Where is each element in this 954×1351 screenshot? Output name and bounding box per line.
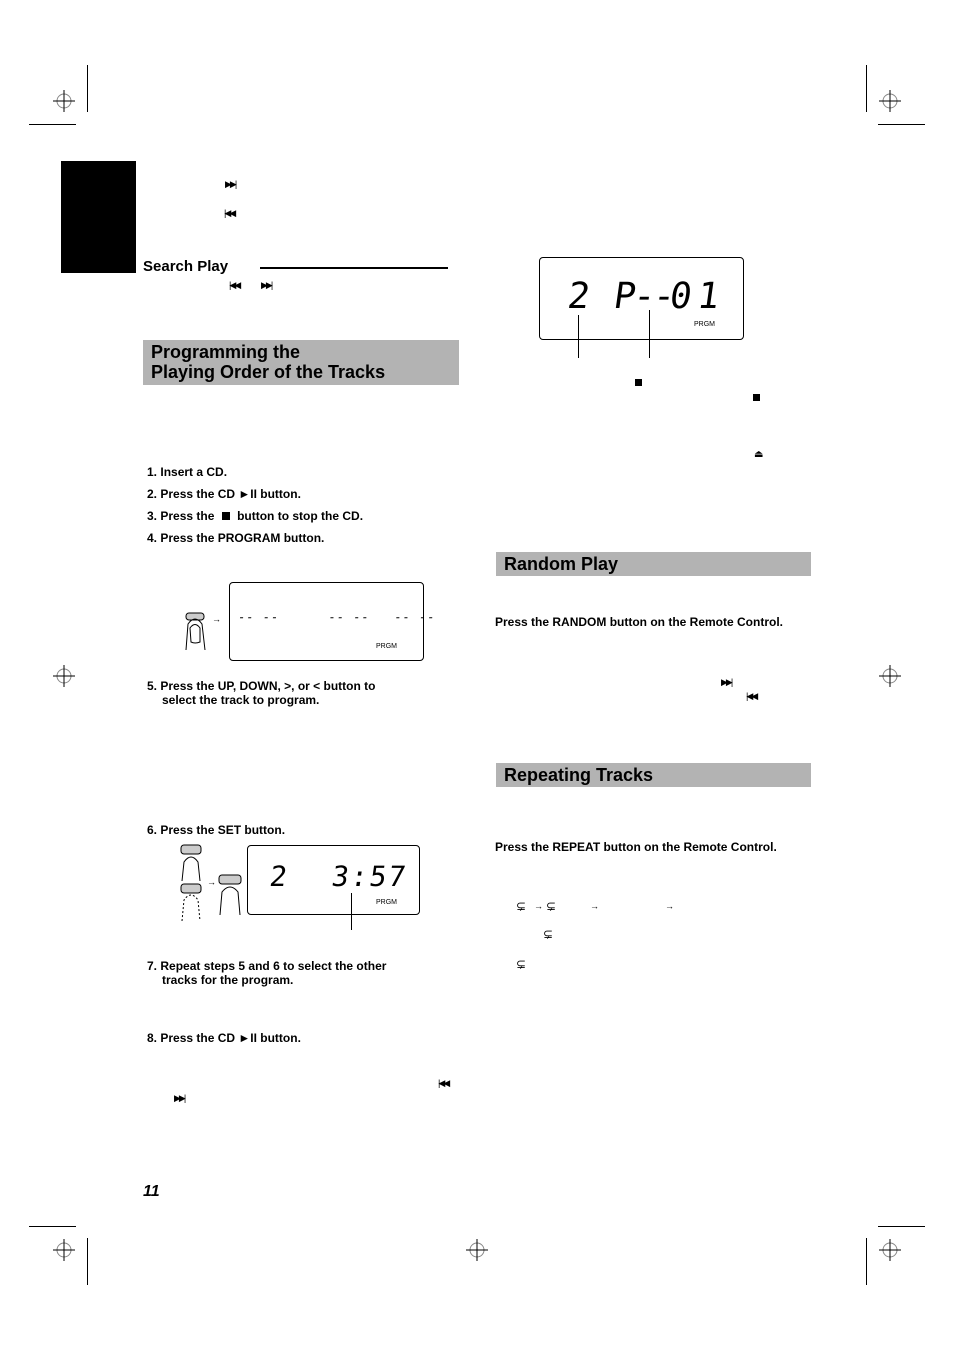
repeat-one-icon: ⊊ (516, 957, 527, 971)
lcd-display-program-number: 2 P-- 01 PRGM (539, 257, 744, 340)
step-text: Press the (160, 509, 215, 523)
crop-mark (866, 65, 867, 112)
crop-mark (29, 124, 76, 125)
lcd-display-empty-program: -- -- -- -- -- -- PRGM (229, 582, 436, 661)
crop-mark (878, 1226, 925, 1227)
display-time: 3:57 (329, 860, 410, 893)
step-number: 5. (147, 679, 158, 693)
step-number: 6. (147, 823, 158, 837)
step-text: Press the PROGRAM button. (160, 531, 325, 545)
step-3: 3. Press the button to stop the CD. (147, 509, 363, 523)
registration-mark-icon (53, 665, 75, 687)
heading-rule (260, 267, 448, 269)
crop-mark (866, 1238, 867, 1285)
arrow-right-icon: → (207, 877, 216, 887)
arrow-right-icon: → (212, 614, 221, 624)
step-5: 5. Press the UP, DOWN, >, or < button to… (147, 679, 376, 707)
step-text: select the track to program. (162, 693, 320, 707)
step-text: button to stop the CD. (237, 509, 364, 523)
display-program-number: 01 (667, 276, 729, 317)
random-play-heading: Random Play (496, 552, 811, 576)
step-number: 2. (147, 487, 158, 501)
page-number: 11 (143, 1183, 160, 1200)
step-8: 8. Press the CD ►II button. (147, 1031, 301, 1045)
lcd-display-track-time: 2 3:57 PRGM (247, 845, 420, 915)
prgm-indicator: PRGM (694, 321, 715, 328)
repeating-tracks-heading: Repeating Tracks (496, 763, 811, 787)
step-7: 7. Repeat steps 5 and 6 to select the ot… (147, 959, 386, 987)
display-program-label: P-- (611, 276, 676, 317)
step-text: Press the CD ►II button. (160, 487, 301, 501)
random-play-instruction: Press the RANDOM button on the Remote Co… (495, 615, 783, 629)
stop-icon (753, 394, 760, 401)
programming-section-heading: Programming the Playing Order of the Tra… (143, 340, 459, 385)
heading-line: Playing Order of the Tracks (151, 362, 386, 382)
heading-line: Programming the (151, 342, 301, 362)
arrow-right-icon: → (534, 901, 543, 911)
registration-mark-icon (879, 90, 901, 112)
stop-icon (221, 512, 230, 520)
repeat-one-icon: ⊊ (516, 899, 527, 913)
skip-back-icon: |◀◀ (229, 280, 241, 290)
step-text: Repeat steps 5 and 6 to select the other (160, 959, 387, 973)
step-number: 4. (147, 531, 158, 545)
registration-mark-icon (879, 1239, 901, 1261)
step-text: tracks for the program. (162, 973, 294, 987)
prgm-indicator: PRGM (376, 899, 397, 906)
skip-back-icon: |◀◀ (746, 691, 758, 701)
stop-icon (635, 379, 642, 386)
step-text: Press the UP, DOWN, >, or < button to (160, 679, 376, 693)
finger-press-up-down-icon (180, 844, 202, 922)
finger-press-icon (185, 612, 206, 651)
language-tab (61, 161, 136, 273)
registration-mark-icon (53, 90, 75, 112)
skip-forward-icon: ▶▶| (721, 677, 733, 687)
step-text: Press the CD ►II button. (160, 1031, 301, 1045)
step-6: 6. Press the SET button. (147, 823, 285, 837)
step-4: 4. Press the PROGRAM button. (147, 531, 324, 545)
display-track-number: 2 (267, 860, 290, 893)
step-2: 2. Press the CD ►II button. (147, 487, 301, 501)
crop-mark (87, 1238, 88, 1285)
crop-mark (29, 1226, 76, 1227)
repeat-instruction: Press the REPEAT button on the Remote Co… (495, 840, 777, 854)
crop-mark (87, 65, 88, 112)
finger-press-set-icon (218, 874, 242, 916)
step-number: 7. (147, 959, 158, 973)
step-number: 8. (147, 1031, 158, 1045)
skip-back-icon: |◀◀ (438, 1078, 450, 1088)
skip-back-icon: |◀◀ (224, 208, 236, 218)
registration-mark-icon (53, 1239, 75, 1261)
skip-forward-icon: ▶▶| (174, 1093, 186, 1103)
step-1: 1. Insert a CD. (147, 465, 227, 479)
crop-mark (878, 124, 925, 125)
skip-forward-icon: ▶▶| (225, 179, 237, 189)
callout-line (578, 315, 579, 358)
arrow-right-icon: → (665, 901, 674, 911)
display-track-number: 2 (565, 276, 593, 317)
step-number: 3. (147, 509, 158, 523)
step-number: 1. (147, 465, 158, 479)
step-text: Press the SET button. (160, 823, 286, 837)
callout-line (649, 310, 650, 358)
step-text: Insert a CD. (160, 465, 228, 479)
callout-line (351, 893, 352, 930)
prgm-indicator: PRGM (376, 643, 397, 650)
repeat-all-icon: ⊊ (543, 927, 554, 941)
display-segments: -- -- -- -- -- -- (237, 610, 437, 624)
registration-mark-icon (879, 665, 901, 687)
eject-icon: ⏏ (754, 449, 764, 460)
search-play-heading: Search Play (143, 258, 229, 275)
skip-forward-icon: ▶▶| (261, 280, 273, 290)
registration-mark-icon (466, 1239, 488, 1261)
repeat-all-icon: ⊊ (546, 899, 557, 913)
arrow-right-icon: → (590, 901, 599, 911)
